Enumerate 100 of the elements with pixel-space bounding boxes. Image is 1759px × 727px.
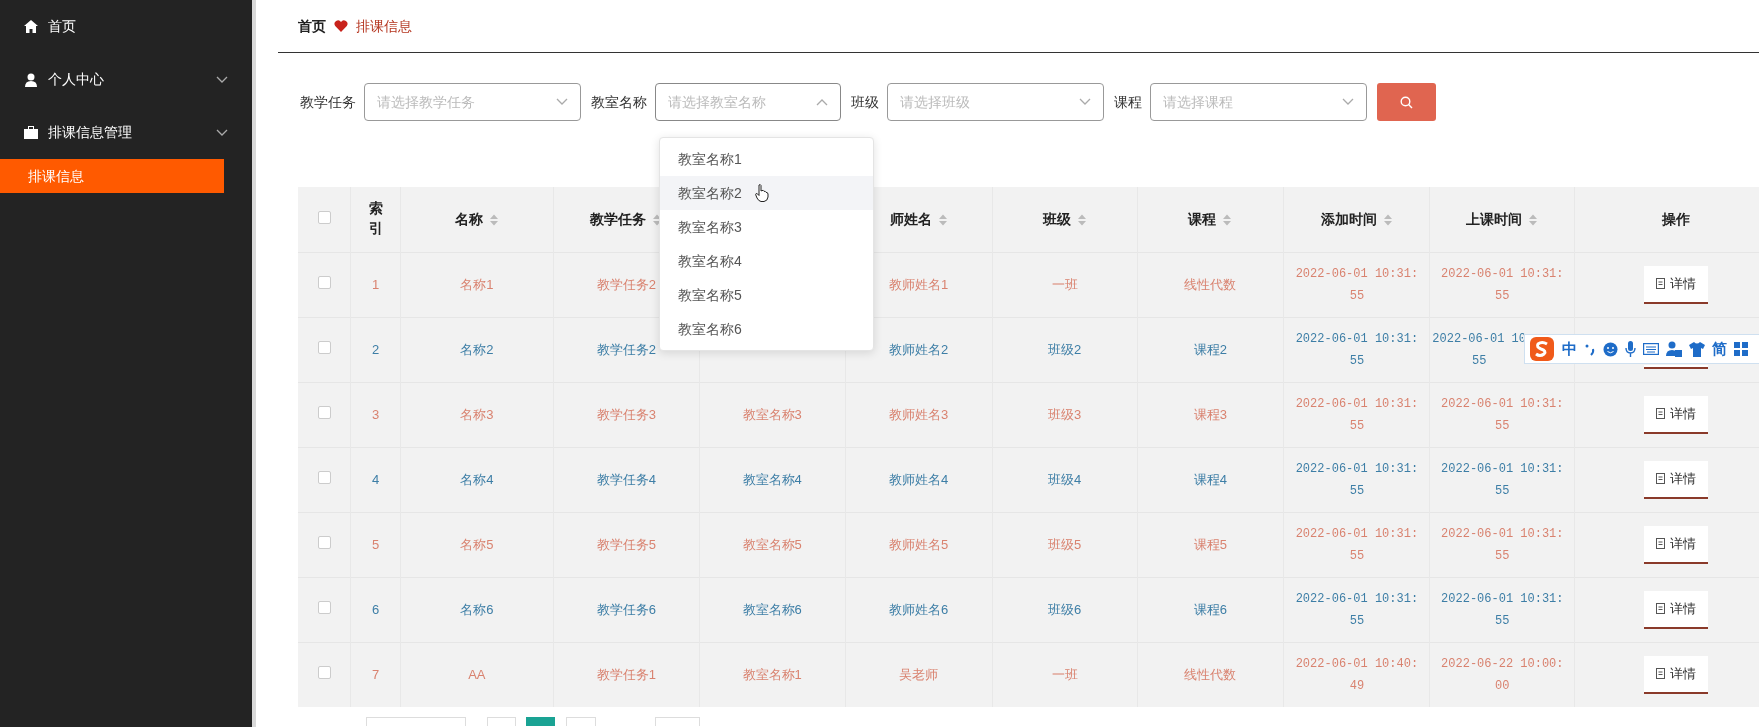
filter-label: 课程: [1114, 92, 1142, 112]
checkbox[interactable]: [317, 275, 331, 289]
table-cell-text: 2022-06-01 10:31:55: [1294, 395, 1420, 435]
table-cell: 教室名称5: [742, 536, 802, 552]
dropdown-option[interactable]: 教室名称6: [660, 312, 873, 346]
table-cell: 课程3: [1193, 406, 1228, 422]
column-header[interactable]: 名称: [454, 210, 483, 227]
table-cell: 线性代数: [1184, 667, 1237, 682]
checkbox[interactable]: [317, 666, 331, 679]
chevron-icon: [556, 98, 568, 106]
sort-icon: [1076, 213, 1087, 228]
ime-mode-toggle[interactable]: 中: [1562, 337, 1577, 361]
table-cell: 教室名称3: [742, 406, 802, 422]
smiley-icon: [1603, 341, 1618, 357]
breadcrumb-link[interactable]: 首页: [298, 15, 326, 37]
detail-button[interactable]: 详情: [1644, 590, 1709, 629]
detail-button[interactable]: 详情: [1644, 525, 1709, 564]
table-cell: 吴老师: [899, 667, 939, 682]
table-cell-text: 2022-06-01 10:31:55: [1440, 525, 1565, 565]
sort-icon: [1382, 213, 1393, 228]
table-cell: 教师姓名2: [889, 341, 949, 357]
table-cell: 班级3: [1047, 406, 1082, 422]
checkbox[interactable]: [317, 535, 331, 549]
table-cell: 7: [371, 667, 380, 682]
column-header[interactable]: 师姓名: [889, 210, 932, 227]
table-cell-text: 2022-06-01 10:40:49: [1294, 655, 1420, 695]
table-cell: 教师姓名6: [889, 601, 949, 617]
prev-page-button[interactable]: [487, 717, 516, 726]
detail-button[interactable]: 详情: [1644, 460, 1709, 499]
table-cell-text: 2022-06-01 10:31:55: [1294, 330, 1420, 370]
table-cell: 教学任务5: [596, 536, 656, 552]
detail-button[interactable]: 详情: [1644, 655, 1709, 694]
page-size-select[interactable]: [366, 717, 466, 726]
filter-label: 班级: [851, 92, 879, 112]
detail-button[interactable]: [1644, 364, 1709, 369]
column-header[interactable]: 操作: [1662, 210, 1691, 227]
microphone-icon: [1625, 341, 1636, 357]
hand-cursor-icon: [755, 184, 769, 202]
page-number-button[interactable]: [526, 717, 555, 726]
checkbox[interactable]: [317, 210, 331, 224]
table-cell-text: 2022-06-01 10:31:55: [1294, 525, 1420, 565]
checkbox[interactable]: [317, 405, 331, 419]
chevron-icon: [1342, 98, 1354, 106]
table-cell: 教学任务1: [596, 667, 656, 682]
table-cell-text: 2022-06-01 10:31:55: [1440, 265, 1565, 305]
table-cell-text: 2022-06-01 10:31:55: [1440, 590, 1565, 630]
table-cell: 课程2: [1193, 341, 1228, 357]
ime-script-toggle[interactable]: 简: [1712, 337, 1727, 361]
table-cell-text: 2022-06-22 10:00:00: [1440, 655, 1565, 695]
table-cell: 教学任务2: [596, 341, 656, 357]
page-jump-field[interactable]: [655, 717, 700, 726]
column-header[interactable]: 教学任务: [590, 210, 647, 227]
dropdown-option[interactable]: 教室名称4: [660, 244, 873, 278]
document-icon: [1656, 668, 1666, 680]
table-cell: 教师姓名4: [889, 471, 949, 487]
column-header[interactable]: 索引: [367, 199, 384, 239]
breadcrumb-link[interactable]: 排课信息: [356, 15, 412, 37]
column-header[interactable]: 课程: [1188, 210, 1217, 227]
document-icon: [1656, 278, 1666, 289]
table-cell: 班级5: [1047, 536, 1082, 552]
next-page-button[interactable]: [566, 717, 596, 726]
table-cell: 教室名称6: [742, 601, 802, 617]
punctuation-icon: [1584, 342, 1596, 356]
table-cell: 一班: [1051, 276, 1078, 292]
grid-icon: [1734, 342, 1748, 356]
sort-icon: [1222, 213, 1233, 228]
dropdown-option[interactable]: 教室名称1: [660, 142, 873, 176]
table-cell: 课程4: [1193, 471, 1228, 487]
table-cell: 一班: [1051, 667, 1078, 682]
sidebar-item[interactable]: 首页: [0, 0, 252, 53]
document-icon: [1656, 538, 1666, 549]
checkbox[interactable]: [317, 340, 331, 354]
detail-button[interactable]: 详情: [1644, 395, 1709, 434]
dropdown-option[interactable]: 教室名称5: [660, 278, 873, 312]
search-button[interactable]: [1377, 83, 1436, 121]
table-cell-text: 2022-06-01 10:31:55: [1440, 395, 1565, 435]
table-cell: 3: [371, 406, 380, 422]
table-cell: 名称2: [460, 341, 494, 357]
filter-label: 教室名称: [591, 92, 647, 112]
document-icon: [1656, 603, 1666, 614]
column-header[interactable]: 班级: [1042, 210, 1071, 227]
table-cell: 名称4: [460, 471, 494, 487]
shirt-icon: [1689, 341, 1705, 357]
column-header[interactable]: 上课时间: [1466, 210, 1523, 227]
dropdown-option[interactable]: 教室名称3: [660, 210, 873, 244]
table-cell: 教师姓名5: [889, 536, 949, 552]
dropdown-option[interactable]: 教室名称2: [660, 176, 873, 210]
detail-button[interactable]: 详情: [1644, 265, 1709, 304]
sidebar-item[interactable]: 排课信息管理: [0, 106, 252, 159]
chevron-icon: [1079, 98, 1091, 106]
checkbox[interactable]: [317, 600, 331, 614]
checkbox[interactable]: [317, 470, 331, 484]
table-cell: 教室名称1: [742, 667, 802, 682]
table-cell: 教学任务3: [596, 406, 656, 422]
chevron-icon: [216, 75, 228, 84]
table-cell: 班级6: [1047, 601, 1082, 617]
table-cell: 名称3: [460, 406, 494, 422]
column-header[interactable]: 添加时间: [1320, 210, 1377, 227]
table-cell-text: 2022-06-01 10:31:55: [1440, 460, 1565, 500]
sidebar-item[interactable]: 个人中心: [0, 53, 252, 106]
